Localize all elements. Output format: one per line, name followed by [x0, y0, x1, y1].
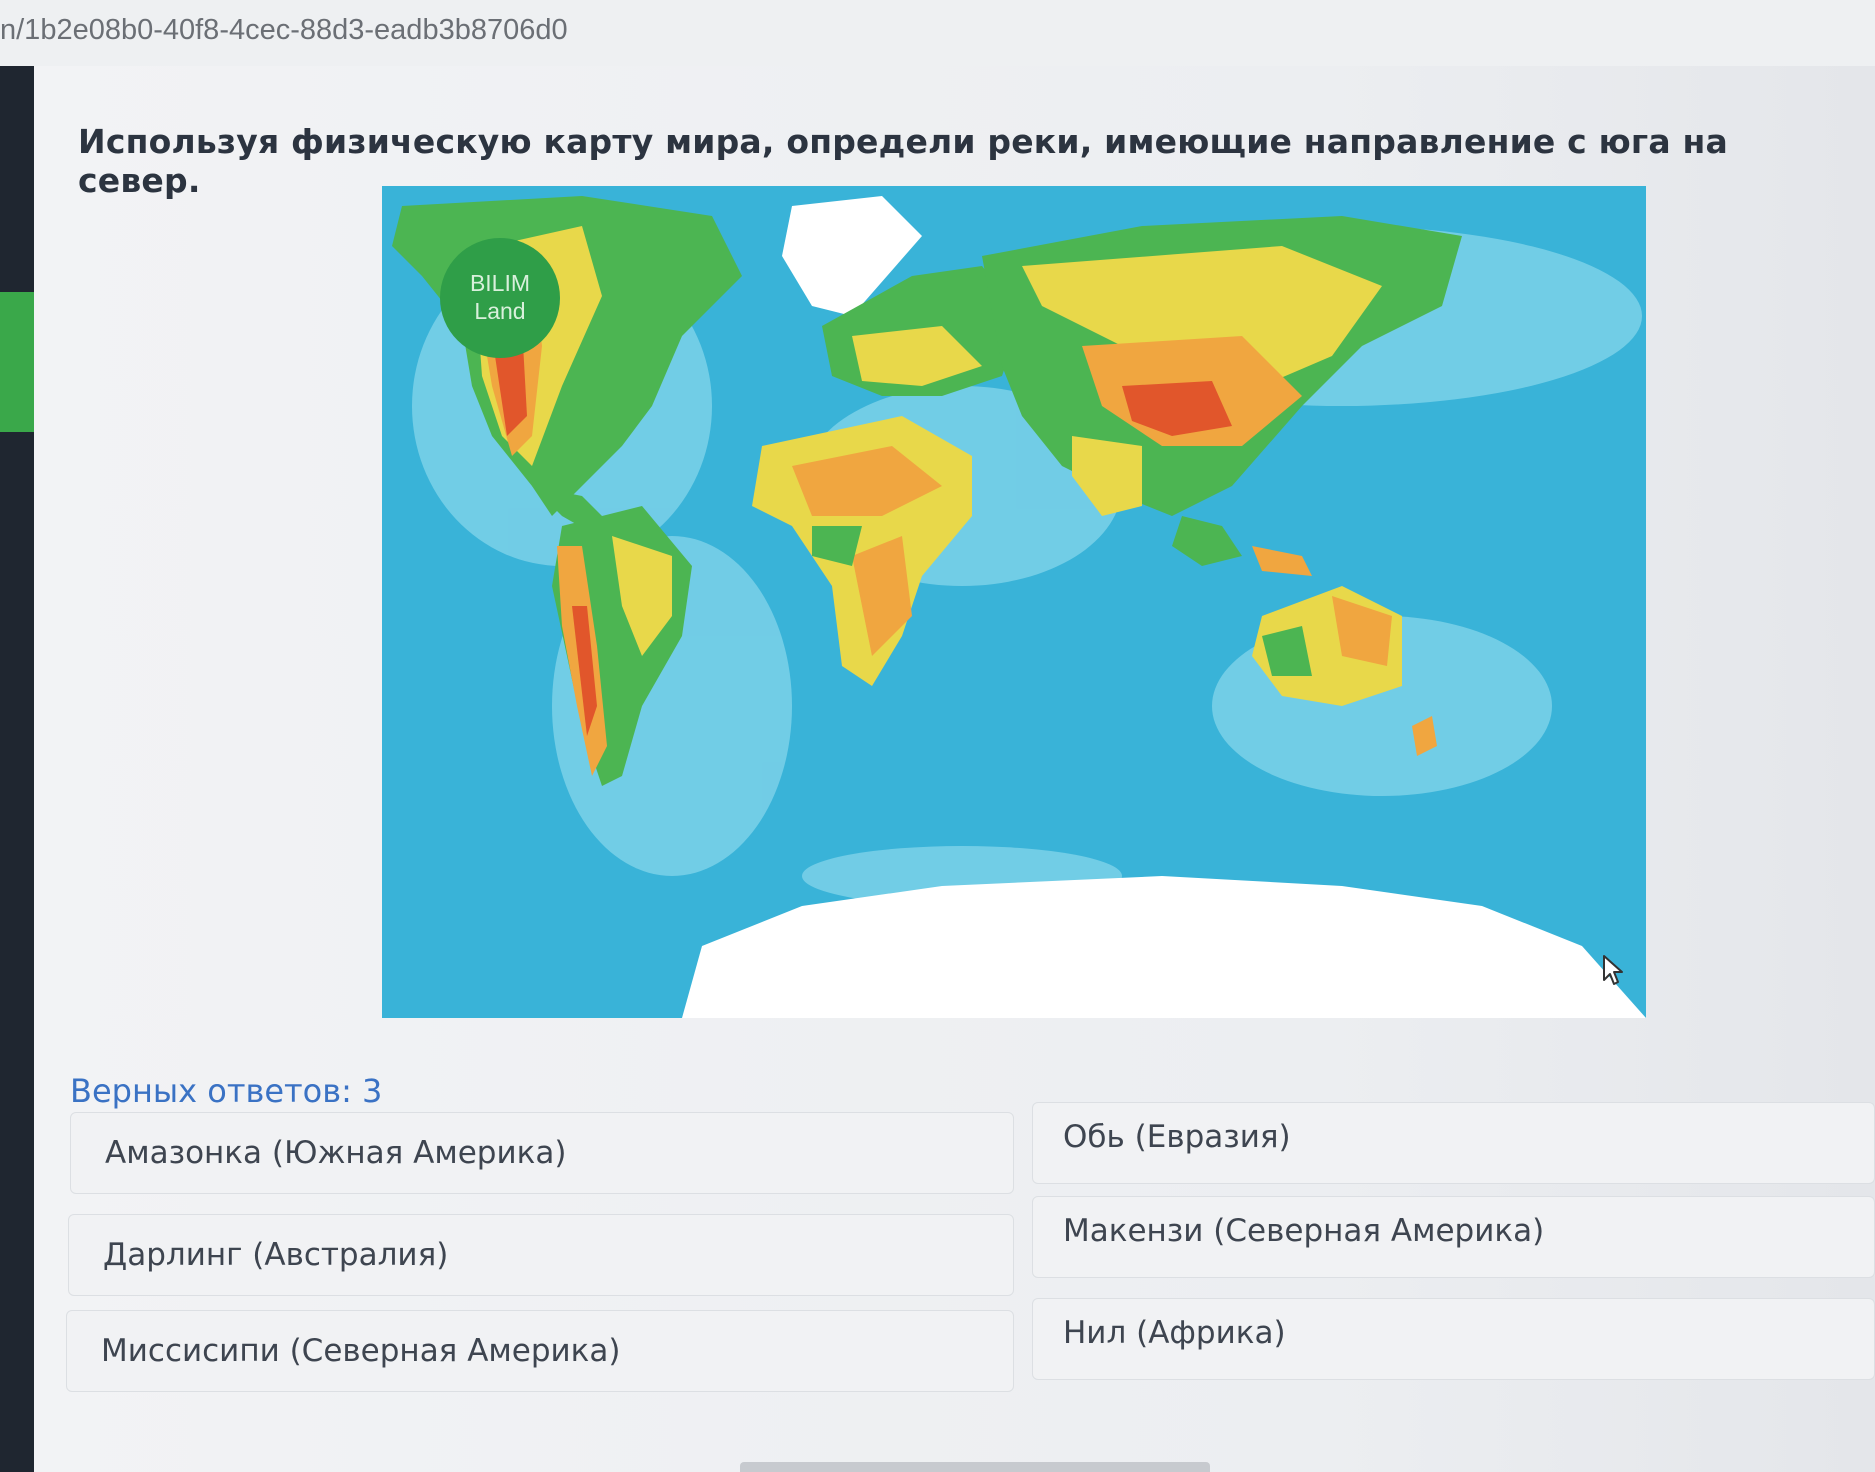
- mouse-pointer-icon: [1603, 955, 1623, 985]
- answer-option-label: Амазонка (Южная Америка): [105, 1135, 567, 1171]
- answer-option-label: Обь (Евразия): [1063, 1119, 1291, 1155]
- answer-option-amazon[interactable]: Амазонка (Южная Америка): [70, 1112, 1014, 1194]
- answer-option-mackenzie[interactable]: Макензи (Северная Америка): [1032, 1196, 1875, 1278]
- logo-line-2: Land: [474, 298, 526, 324]
- answer-option-darling[interactable]: Дарлинг (Австралия): [68, 1214, 1014, 1296]
- sidebar-active-indicator: [0, 292, 34, 432]
- answer-option-mississippi[interactable]: Миссисипи (Северная Америка): [66, 1310, 1014, 1392]
- url-text[interactable]: n/1b2e08b0-40f8-4cec-88d3-eadb3b8706d0: [0, 14, 568, 47]
- answer-option-nile[interactable]: Нил (Африка): [1032, 1298, 1875, 1380]
- logo-line-1: BILIM: [469, 270, 531, 296]
- answer-option-label: Миссисипи (Северная Америка): [101, 1333, 621, 1369]
- world-physical-map: [382, 186, 1646, 1018]
- correct-answers-count: Верных ответов: 3: [70, 1072, 383, 1110]
- answer-option-label: Макензи (Северная Америка): [1063, 1213, 1545, 1249]
- browser-address-bar[interactable]: n/1b2e08b0-40f8-4cec-88d3-eadb3b8706d0: [0, 0, 1875, 67]
- answer-option-label: Дарлинг (Австралия): [103, 1237, 449, 1273]
- left-sidebar-rail: [0, 66, 34, 1472]
- answer-option-label: Нил (Африка): [1063, 1315, 1286, 1351]
- answer-option-ob[interactable]: Обь (Евразия): [1032, 1102, 1875, 1184]
- bilimland-logo: BILIM Land: [440, 238, 560, 358]
- bottom-scroll-indicator[interactable]: [740, 1462, 1210, 1472]
